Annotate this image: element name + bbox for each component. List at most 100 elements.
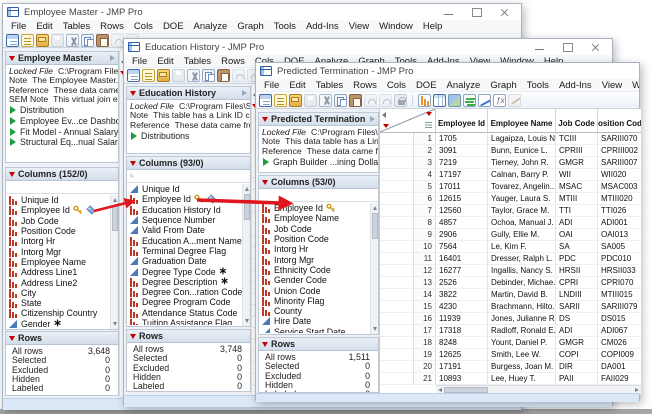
graph-builder-icon[interactable] bbox=[463, 94, 476, 107]
cell-job-code[interactable]: PDC bbox=[556, 253, 598, 264]
table-script[interactable]: Fit Model - Annual Salary Z bbox=[9, 126, 118, 137]
table-script[interactable]: Distribution bbox=[9, 105, 118, 116]
collapse-arrow-icon[interactable] bbox=[382, 112, 386, 118]
data-grid[interactable]: Employee IdEmployee NameJob CodePosition… bbox=[379, 109, 641, 394]
row-number[interactable]: 20 bbox=[414, 361, 436, 372]
column-item[interactable]: Degree Type Code∗ bbox=[127, 266, 250, 276]
row-state-cell[interactable] bbox=[380, 289, 414, 300]
search-input[interactable] bbox=[12, 182, 119, 192]
table-row[interactable]: 1216277Ingallis, Nancy S.HRSIIHRSII033 bbox=[380, 265, 641, 277]
row-state-cell[interactable] bbox=[380, 325, 414, 336]
cell-position-code[interactable]: HRSII033 bbox=[598, 265, 641, 276]
cut-icon[interactable] bbox=[319, 94, 332, 107]
cell-employee-name[interactable]: Smith, Lee W. bbox=[488, 349, 556, 360]
new-data-table-icon[interactable] bbox=[6, 34, 19, 47]
column-item[interactable]: Degree Program Code bbox=[127, 297, 250, 307]
open-icon[interactable] bbox=[157, 69, 170, 82]
column-item[interactable]: Service Start Date bbox=[259, 327, 378, 333]
row-number[interactable]: 8 bbox=[414, 217, 436, 228]
row-state-cell[interactable] bbox=[380, 349, 414, 360]
menu-item[interactable]: Add-Ins bbox=[301, 21, 344, 32]
row-state-cell[interactable] bbox=[380, 253, 414, 264]
column-item[interactable]: Intorg Mgr bbox=[259, 254, 378, 264]
grid-corner[interactable] bbox=[380, 109, 436, 133]
row-number[interactable]: 18 bbox=[414, 337, 436, 348]
formula-icon[interactable] bbox=[493, 94, 506, 107]
cell-employee-name[interactable]: Yount, Daniel P. bbox=[488, 337, 556, 348]
red-triangle-menu-icon[interactable] bbox=[262, 117, 268, 122]
menu-item[interactable]: Help bbox=[418, 21, 448, 32]
scroll-up-icon[interactable] bbox=[245, 187, 249, 191]
row-state-cell[interactable] bbox=[380, 373, 414, 384]
column-search[interactable] bbox=[127, 170, 250, 183]
menu-item[interactable]: File bbox=[6, 21, 31, 32]
cell-job-code[interactable]: MSAC bbox=[556, 181, 598, 192]
new-data-table-icon[interactable] bbox=[259, 94, 272, 107]
menu-item[interactable]: Rows bbox=[216, 56, 250, 67]
column-item[interactable]: Tuition Assistance Flag bbox=[127, 318, 250, 325]
cell-employee-name[interactable]: Ingallis, Nancy S. bbox=[488, 265, 556, 276]
column-item[interactable]: Intorg Hr bbox=[259, 244, 378, 254]
cell-job-code[interactable]: CPRIII bbox=[556, 145, 598, 156]
titlebar[interactable]: Education History - JMP Pro bbox=[124, 39, 612, 55]
table-script[interactable]: Structural Eq...nual Salary Z bbox=[9, 137, 118, 148]
column-item[interactable]: Education History Id bbox=[127, 205, 250, 215]
cell-job-code[interactable]: TCIII bbox=[556, 133, 598, 144]
cell-employee-id[interactable]: 7219 bbox=[436, 157, 488, 168]
menu-item[interactable]: Cols bbox=[382, 80, 411, 91]
menu-item[interactable]: Tools bbox=[269, 21, 301, 32]
menu-item[interactable]: DOE bbox=[158, 21, 189, 32]
copy-icon[interactable] bbox=[81, 34, 94, 47]
column-item[interactable]: Union Code bbox=[259, 285, 378, 295]
row-number[interactable]: 11 bbox=[414, 253, 436, 264]
table-script[interactable]: Employee Ev...ce Dashboard bbox=[9, 116, 118, 127]
cell-employee-name[interactable]: Brachmann, Hilto... bbox=[488, 301, 556, 312]
column-item[interactable]: Job Code bbox=[6, 216, 118, 226]
table-row[interactable]: 1611939Jones, Julianne R.DSDS015 bbox=[380, 313, 641, 325]
column-item[interactable]: State bbox=[6, 298, 118, 308]
menu-item[interactable]: DOE bbox=[411, 80, 442, 91]
menu-item[interactable]: File bbox=[127, 56, 152, 67]
menu-item[interactable]: Graph bbox=[485, 80, 521, 91]
menu-item[interactable]: Tables bbox=[179, 56, 216, 67]
row-state-cell[interactable] bbox=[380, 229, 414, 240]
table-row[interactable]: 417197Calnan, Barry P.WIIWII020 bbox=[380, 169, 641, 181]
cell-employee-id[interactable]: 16277 bbox=[436, 265, 488, 276]
new-data-table-icon[interactable] bbox=[127, 69, 140, 82]
red-triangle-menu-icon[interactable] bbox=[130, 91, 136, 96]
column-item[interactable]: Terminal Degree Flag bbox=[127, 246, 250, 256]
cell-employee-id[interactable]: 12625 bbox=[436, 349, 488, 360]
cell-employee-name[interactable]: Jones, Julianne R. bbox=[488, 313, 556, 324]
cell-employee-name[interactable]: Radloff, Ronald E. bbox=[488, 325, 556, 336]
table-script[interactable]: Distributions bbox=[130, 131, 250, 142]
red-triangle-menu-icon[interactable] bbox=[130, 334, 136, 339]
cell-employee-id[interactable]: 4230 bbox=[436, 301, 488, 312]
column-item[interactable]: Employee Id bbox=[6, 205, 118, 215]
menu-item[interactable]: Window bbox=[627, 80, 639, 91]
cell-position-code[interactable]: SA005 bbox=[598, 241, 641, 252]
cell-job-code[interactable]: OAI bbox=[556, 229, 598, 240]
table-row[interactable]: 712560Taylor, Grace M.TTITTI026 bbox=[380, 205, 641, 217]
row-number[interactable]: 3 bbox=[414, 157, 436, 168]
column-item[interactable]: Citizenship Country bbox=[6, 308, 118, 318]
columns-scrollbar[interactable] bbox=[242, 184, 250, 326]
cell-employee-name[interactable]: Yauger, Laura S. bbox=[488, 193, 556, 204]
cell-position-code[interactable]: CPRI070 bbox=[598, 277, 641, 288]
cell-position-code[interactable]: PDC010 bbox=[598, 253, 641, 264]
column-item[interactable]: Degree Description∗ bbox=[127, 277, 250, 287]
undo-icon[interactable] bbox=[232, 69, 245, 82]
red-triangle-menu-icon[interactable] bbox=[130, 161, 136, 166]
row-number[interactable]: 10 bbox=[414, 241, 436, 252]
columns-menu-icon[interactable] bbox=[425, 122, 432, 128]
red-triangle-menu-icon[interactable] bbox=[262, 342, 268, 347]
row-number[interactable]: 12 bbox=[414, 265, 436, 276]
column-item[interactable]: Unique Id bbox=[127, 184, 250, 194]
cell-position-code[interactable]: MTIII020 bbox=[598, 193, 641, 204]
column-item[interactable]: Education A...ment Name bbox=[127, 235, 250, 245]
cell-employee-id[interactable]: 17197 bbox=[436, 169, 488, 180]
row-state-cell[interactable] bbox=[380, 181, 414, 192]
cell-job-code[interactable]: PAII bbox=[556, 373, 598, 384]
paste-icon[interactable] bbox=[349, 94, 362, 107]
cell-employee-id[interactable]: 10893 bbox=[436, 373, 488, 384]
row-number[interactable]: 5 bbox=[414, 181, 436, 192]
